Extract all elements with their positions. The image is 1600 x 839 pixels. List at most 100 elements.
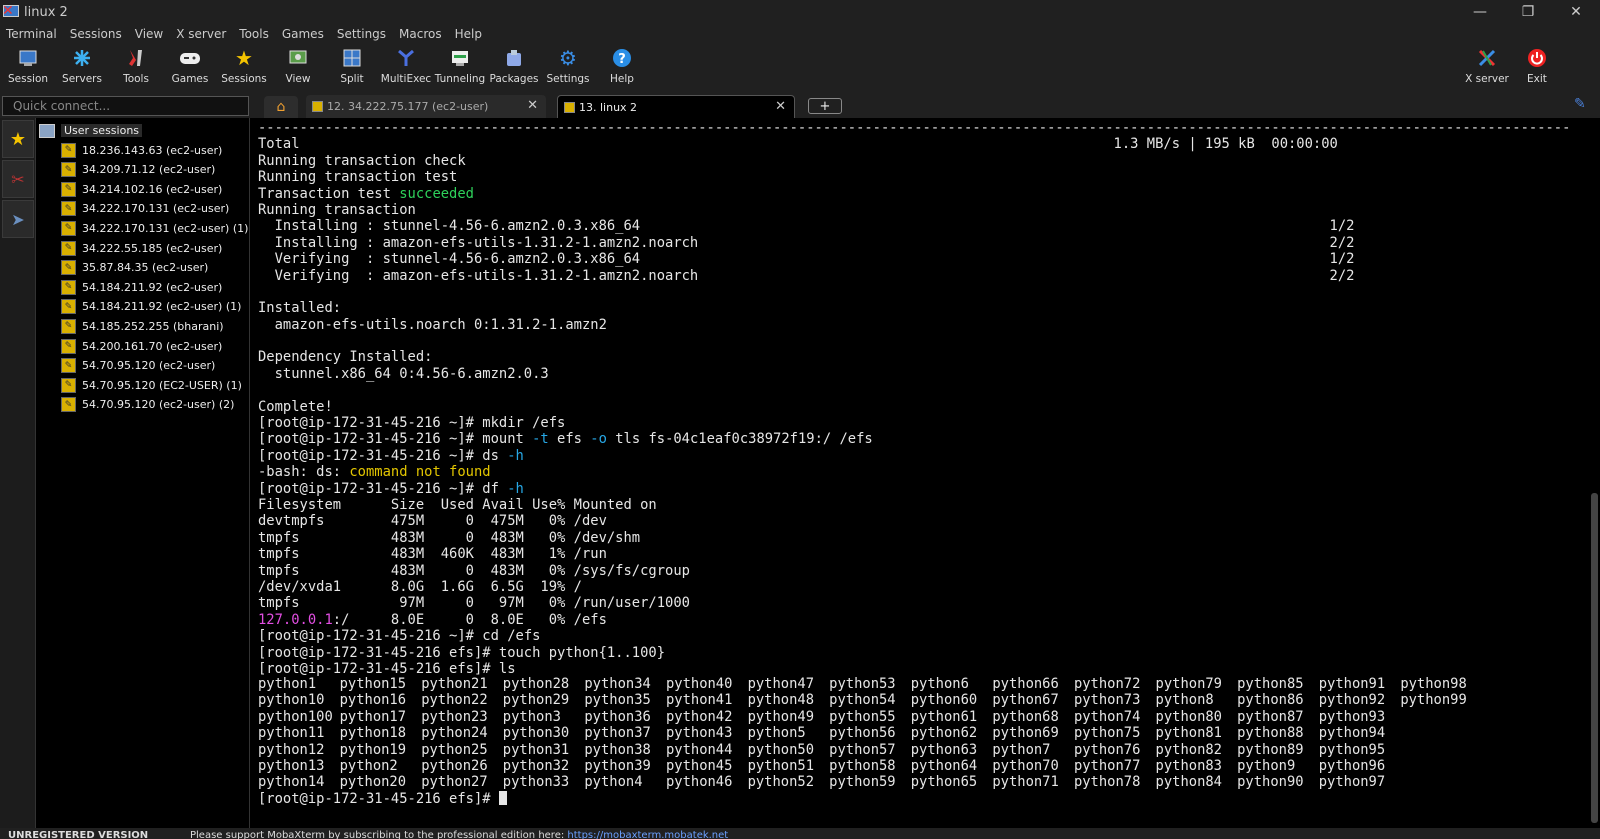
tab-linux-2[interactable]: 13. linux 2 ✕: [557, 95, 795, 118]
tab-ec2-user[interactable]: 12. 34.222.75.177 (ec2-user) ✕: [306, 95, 546, 118]
packages-button[interactable]: Packages: [486, 44, 542, 90]
session-button[interactable]: Session: [0, 44, 56, 90]
close-tab-icon[interactable]: ✕: [775, 99, 786, 114]
split-icon: [341, 47, 363, 69]
terminal-line: [root@ip-172-31-45-216 ~]# mount -t efs …: [258, 431, 873, 448]
session-item[interactable]: ✎ 34.222.55.185 (ec2-user): [61, 239, 222, 257]
terminal-scrollbar[interactable]: [1589, 118, 1600, 828]
plus-icon: +: [819, 98, 831, 114]
new-tab-button[interactable]: +: [808, 98, 842, 114]
session-item[interactable]: ✎ 34.209.71.12 (ec2-user): [61, 161, 215, 179]
sidebar-strip: ★ ✂ ➤: [0, 118, 36, 828]
terminal-line: Installed:: [258, 300, 342, 317]
sessions-panel: User sessions ✎ 18.236.143.63 (ec2-user) …: [37, 118, 250, 828]
exit-button[interactable]: Exit: [1512, 44, 1562, 90]
df-row: tmpfs 483M 0 483M 0% /dev/shm: [258, 529, 641, 546]
split-button[interactable]: Split: [324, 44, 380, 90]
terminal-line: Total 1.3 MB/s | 195 kB 00:00:00: [258, 136, 1338, 153]
terminal-line: -bash: ds: command not found: [258, 464, 491, 481]
close-window-button[interactable]: ✕: [1552, 0, 1600, 24]
tunneling-button[interactable]: Tunneling: [432, 44, 488, 90]
settings-button[interactable]: ⚙ Settings: [540, 44, 596, 90]
star-icon: ★: [9, 128, 27, 150]
session-item[interactable]: ✎ 54.185.252.255 (bharani): [61, 317, 224, 335]
terminal-line: ----------------------------------------…: [258, 120, 1571, 136]
session-item[interactable]: ✎ 54.184.211.92 (ec2-user) (1): [61, 298, 241, 316]
key-icon: ✎: [61, 201, 76, 217]
terminal-line: [root@ip-172-31-45-216 efs]# ls: [258, 660, 516, 677]
key-icon: ✎: [61, 279, 76, 295]
terminal-line: stunnel.x86_64 0:4.56-6.amzn2.0.3: [258, 365, 549, 382]
key-icon: ✎: [61, 240, 76, 256]
terminal-prompt[interactable]: [root@ip-172-31-45-216 efs]#: [258, 791, 507, 807]
app-icon: ✕: [2, 4, 20, 20]
menu-tools[interactable]: Tools: [239, 27, 269, 41]
session-item[interactable]: ✎ 54.200.161.70 (ec2-user): [61, 337, 222, 355]
multiexec-icon: [395, 47, 417, 69]
session-item[interactable]: ✎ 54.70.95.120 (ec2-user): [61, 357, 215, 375]
menu-view[interactable]: View: [135, 27, 163, 41]
games-button[interactable]: Games: [162, 44, 218, 90]
power-icon: [1526, 47, 1548, 69]
close-tab-icon[interactable]: ✕: [527, 98, 538, 113]
key-icon: ✎: [61, 181, 76, 197]
terminal-line: Running transaction test: [258, 169, 458, 186]
terminal-line: Verifying : stunnel-4.56-6.amzn2.0.3.x86…: [258, 251, 1355, 268]
home-tab[interactable]: ⌂: [264, 96, 298, 118]
support-text: Please support MobaXterm by subscribing …: [190, 830, 729, 839]
df-row: devtmpfs 475M 0 475M 0% /dev: [258, 513, 607, 530]
quick-connect-input[interactable]: Quick connect...: [2, 96, 249, 116]
terminal-line: Transaction test succeeded: [258, 185, 474, 202]
terminal-output[interactable]: ----------------------------------------…: [252, 118, 1588, 828]
folder-icon: [39, 123, 55, 138]
terminal-line: Verifying : amazon-efs-utils-1.31.2-1.am…: [258, 267, 1355, 284]
tools-side-button[interactable]: ✂: [2, 160, 34, 198]
sessions-button[interactable]: ★ Sessions: [216, 44, 272, 90]
session-item[interactable]: ✎ 35.87.84.35 (ec2-user): [61, 259, 208, 277]
window-title: linux 2: [24, 4, 68, 20]
session-item[interactable]: ✎ 34.222.170.131 (ec2-user) (1): [61, 219, 248, 237]
home-icon: ⌂: [276, 99, 286, 115]
menu-macros[interactable]: Macros: [399, 27, 442, 41]
unregistered-label: UNREGISTERED VERSION: [8, 830, 149, 839]
menu-xserver[interactable]: X server: [176, 27, 226, 41]
multiexec-button[interactable]: MultiExec: [378, 44, 434, 90]
menu-settings[interactable]: Settings: [337, 27, 386, 41]
session-item[interactable]: ✎ 54.184.211.92 (ec2-user): [61, 278, 222, 296]
session-item[interactable]: ✎ 34.222.170.131 (ec2-user): [61, 200, 229, 218]
macros-side-button[interactable]: ➤: [2, 200, 34, 238]
view-icon: [287, 47, 309, 69]
session-item[interactable]: ✎ 34.214.102.16 (ec2-user): [61, 180, 222, 198]
terminal-line: Installing : stunnel-4.56-6.amzn2.0.3.x8…: [258, 218, 1355, 235]
gamepad-icon: [179, 47, 201, 69]
servers-button[interactable]: Servers: [54, 44, 110, 90]
df-row: /dev/xvda1 8.0G 1.6G 6.5G 19% /: [258, 578, 582, 595]
session-item[interactable]: ✎ 54.70.95.120 (ec2-user) (2): [61, 396, 234, 414]
terminal-line: [root@ip-172-31-45-216 ~]# cd /efs: [258, 628, 541, 645]
paperclip-icon[interactable]: ✎: [1574, 96, 1586, 112]
key-icon: ✎: [61, 142, 76, 158]
help-button[interactable]: ? Help: [594, 44, 650, 90]
tools-button[interactable]: Tools: [108, 44, 164, 90]
menu-games[interactable]: Games: [282, 27, 324, 41]
minimize-button[interactable]: —: [1456, 0, 1504, 24]
scrollbar-thumb[interactable]: [1591, 493, 1598, 823]
restore-button[interactable]: ❐: [1504, 0, 1552, 24]
mobaxterm-link[interactable]: https://mobaxterm.mobatek.net: [567, 830, 728, 839]
xserver-button[interactable]: X server: [1458, 44, 1516, 90]
ls-output: python1 python15 python21 python28 python34 p…: [258, 676, 1467, 791]
user-sessions-folder[interactable]: User sessions: [39, 123, 143, 138]
terminal-line: [root@ip-172-31-45-216 ~]# mkdir /efs: [258, 415, 566, 432]
session-item[interactable]: ✎ 18.236.143.63 (ec2-user): [61, 141, 222, 159]
terminal-line: [root@ip-172-31-45-216 ~]# df -h: [258, 480, 524, 497]
view-button[interactable]: View: [270, 44, 326, 90]
key-icon: ✎: [61, 318, 76, 334]
terminal-line: Dependency Installed:: [258, 349, 433, 366]
sessions-star-button[interactable]: ★: [2, 120, 34, 158]
menu-terminal[interactable]: Terminal: [6, 27, 57, 41]
session-item[interactable]: ✎ 54.70.95.120 (EC2-USER) (1): [61, 376, 242, 394]
menu-help[interactable]: Help: [455, 27, 482, 41]
gear-icon: ⚙: [559, 46, 577, 70]
menu-sessions[interactable]: Sessions: [70, 27, 122, 41]
